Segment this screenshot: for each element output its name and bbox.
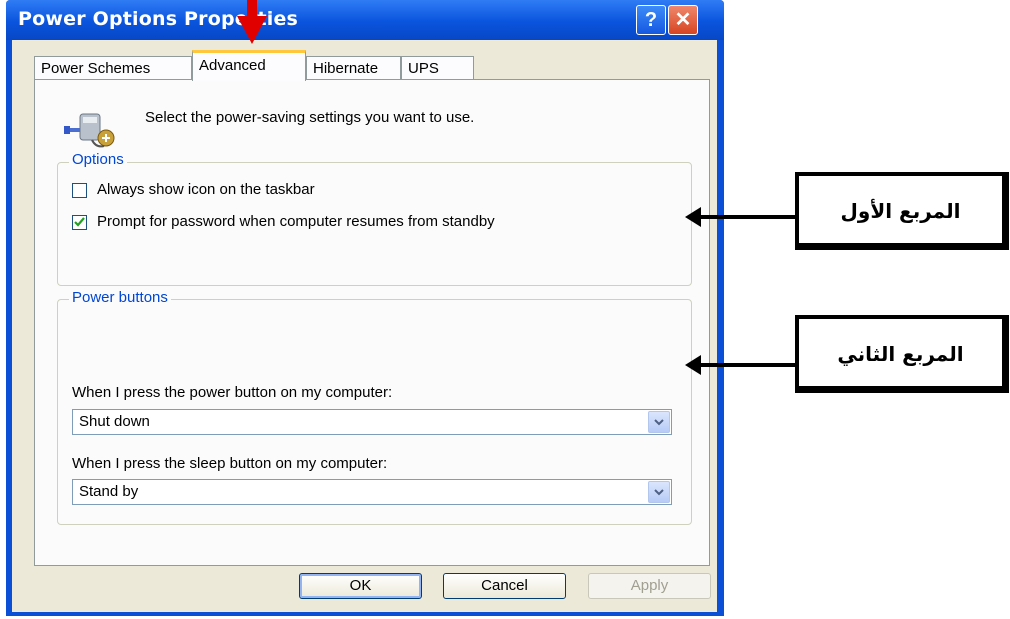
taskbar-icon-checkbox[interactable] (72, 183, 87, 198)
apply-button[interactable]: Apply (588, 573, 711, 599)
power-options-icon (64, 113, 115, 148)
power-options-window: Power Options Properties ? ✕ Power Schem… (6, 0, 724, 616)
tab-hibernate[interactable]: Hibernate (306, 56, 401, 80)
title-bar: Power Options Properties ? ✕ (6, 0, 724, 40)
power-button-select[interactable]: Shut down (72, 409, 672, 435)
callout-2-arrow-line (700, 363, 800, 367)
power-button-label: When I press the power button on my comp… (72, 384, 393, 401)
close-icon[interactable]: ✕ (668, 5, 698, 35)
red-arrow-annotation (237, 0, 267, 44)
callout-1-arrow-line (700, 215, 800, 219)
power-button-value: Shut down (79, 413, 150, 430)
power-buttons-group-title: Power buttons (69, 289, 171, 306)
chevron-down-icon[interactable] (648, 481, 670, 503)
checkmark-icon (74, 217, 85, 227)
ok-button[interactable]: OK (299, 573, 422, 599)
tab-power-schemes[interactable]: Power Schemes (34, 56, 192, 80)
callout-1-arrow-head (685, 207, 701, 227)
chevron-down-icon[interactable] (648, 411, 670, 433)
tab-ups[interactable]: UPS (401, 56, 474, 80)
taskbar-icon-label: Always show icon on the taskbar (97, 181, 315, 198)
password-prompt-checkbox[interactable] (72, 215, 87, 230)
options-group-title: Options (69, 151, 127, 168)
annotation-box-1: المربع الأول (795, 172, 1009, 250)
cancel-button[interactable]: Cancel (443, 573, 566, 599)
intro-text: Select the power-saving settings you wan… (145, 109, 475, 126)
help-icon[interactable]: ? (636, 5, 666, 35)
callout-2-arrow-head (685, 355, 701, 375)
dialog-client-area: Power Schemes Advanced Hibernate UPS Sel… (12, 40, 717, 612)
password-prompt-label: Prompt for password when computer resume… (97, 213, 495, 230)
sleep-button-value: Stand by (79, 483, 139, 500)
sleep-button-label: When I press the sleep button on my comp… (72, 455, 388, 472)
annotation-box-2: المربع الثاني (795, 315, 1009, 393)
sleep-button-select[interactable]: Stand by (72, 479, 672, 505)
tab-advanced[interactable]: Advanced (192, 50, 306, 81)
